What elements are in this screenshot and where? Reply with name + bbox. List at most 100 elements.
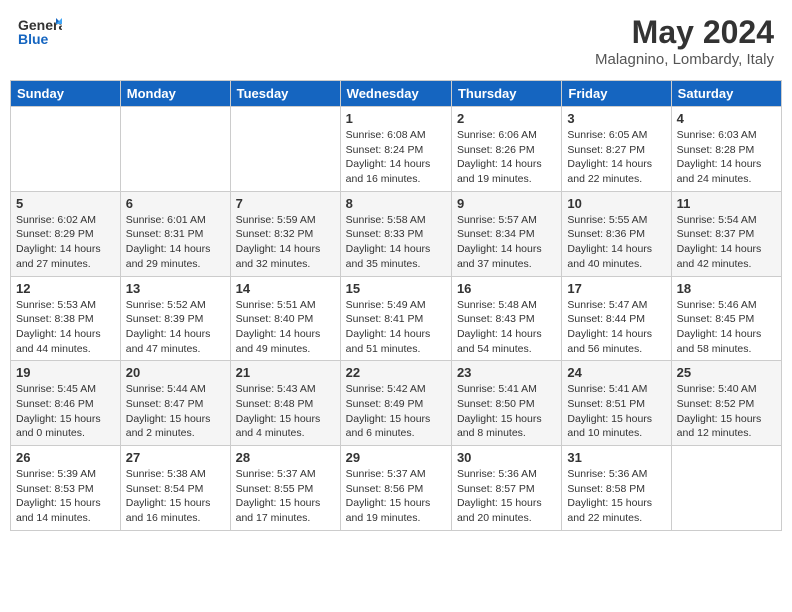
day-info: Sunrise: 6:02 AM Sunset: 8:29 PM Dayligh… <box>16 213 115 272</box>
calendar-day-cell: 10 Sunrise: 5:55 AM Sunset: 8:36 PM Dayli… <box>562 191 671 276</box>
day-number: 4 <box>677 111 776 126</box>
day-number: 23 <box>457 365 556 380</box>
day-info: Sunrise: 5:49 AM Sunset: 8:41 PM Dayligh… <box>346 298 446 357</box>
day-number: 2 <box>457 111 556 126</box>
day-number: 25 <box>677 365 776 380</box>
day-info: Sunrise: 5:58 AM Sunset: 8:33 PM Dayligh… <box>346 213 446 272</box>
day-info: Sunrise: 5:46 AM Sunset: 8:45 PM Dayligh… <box>677 298 776 357</box>
calendar-day-cell: 29Sunrise: 5:37 AM Sunset: 8:56 PM Dayli… <box>340 446 451 531</box>
page-header: General Blue May 2024 Malagnino, Lombard… <box>10 10 782 72</box>
calendar-day-cell: 6 Sunrise: 6:01 AM Sunset: 8:31 PM Daylig… <box>120 191 230 276</box>
calendar-day-cell <box>230 107 340 192</box>
day-info: Sunrise: 6:05 AM Sunset: 8:27 PM Dayligh… <box>567 128 665 187</box>
day-number: 28 <box>236 450 335 465</box>
day-info: Sunrise: 5:36 AM Sunset: 8:57 PM Dayligh… <box>457 467 556 526</box>
day-info: Sunrise: 5:41 AM Sunset: 8:51 PM Dayligh… <box>567 382 665 441</box>
calendar-day-cell: 1 Sunrise: 6:08 AM Sunset: 8:24 PM Daylig… <box>340 107 451 192</box>
calendar-day-cell: 15 Sunrise: 5:49 AM Sunset: 8:41 PM Dayli… <box>340 276 451 361</box>
day-number: 17 <box>567 281 665 296</box>
weekday-header-cell: Saturday <box>671 81 781 107</box>
day-info: Sunrise: 5:48 AM Sunset: 8:43 PM Dayligh… <box>457 298 556 357</box>
calendar-day-cell: 22 Sunrise: 5:42 AM Sunset: 8:49 PM Dayli… <box>340 361 451 446</box>
day-number: 15 <box>346 281 446 296</box>
calendar-day-cell: 19 Sunrise: 5:45 AM Sunset: 8:46 PM Dayli… <box>11 361 121 446</box>
day-number: 13 <box>126 281 225 296</box>
calendar-day-cell: 12Sunrise: 5:53 AM Sunset: 8:38 PM Dayli… <box>11 276 121 361</box>
day-info: Sunrise: 5:37 AM Sunset: 8:55 PM Dayligh… <box>236 467 335 526</box>
day-info: Sunrise: 5:52 AM Sunset: 8:39 PM Dayligh… <box>126 298 225 357</box>
day-number: 9 <box>457 196 556 211</box>
calendar-day-cell: 17 Sunrise: 5:47 AM Sunset: 8:44 PM Dayli… <box>562 276 671 361</box>
calendar-day-cell: 2 Sunrise: 6:06 AM Sunset: 8:26 PM Daylig… <box>451 107 561 192</box>
location-label: Malagnino, Lombardy, Italy <box>595 51 774 68</box>
day-number: 5 <box>16 196 115 211</box>
calendar-day-cell <box>11 107 121 192</box>
day-info: Sunrise: 5:39 AM Sunset: 8:53 PM Dayligh… <box>16 467 115 526</box>
day-number: 6 <box>126 196 225 211</box>
weekday-header-cell: Wednesday <box>340 81 451 107</box>
day-info: Sunrise: 5:45 AM Sunset: 8:46 PM Dayligh… <box>16 382 115 441</box>
day-number: 1 <box>346 111 446 126</box>
day-info: Sunrise: 5:44 AM Sunset: 8:47 PM Dayligh… <box>126 382 225 441</box>
logo: General Blue <box>18 14 62 50</box>
weekday-header-cell: Monday <box>120 81 230 107</box>
day-number: 8 <box>346 196 446 211</box>
day-number: 7 <box>236 196 335 211</box>
day-number: 16 <box>457 281 556 296</box>
day-info: Sunrise: 5:47 AM Sunset: 8:44 PM Dayligh… <box>567 298 665 357</box>
day-info: Sunrise: 5:41 AM Sunset: 8:50 PM Dayligh… <box>457 382 556 441</box>
calendar-day-cell: 9Sunrise: 5:57 AM Sunset: 8:34 PM Daylig… <box>451 191 561 276</box>
day-number: 19 <box>16 365 115 380</box>
calendar-day-cell: 27Sunrise: 5:38 AM Sunset: 8:54 PM Dayli… <box>120 446 230 531</box>
day-number: 14 <box>236 281 335 296</box>
day-info: Sunrise: 5:54 AM Sunset: 8:37 PM Dayligh… <box>677 213 776 272</box>
calendar-day-cell: 14Sunrise: 5:51 AM Sunset: 8:40 PM Dayli… <box>230 276 340 361</box>
calendar-day-cell: 5 Sunrise: 6:02 AM Sunset: 8:29 PM Daylig… <box>11 191 121 276</box>
day-number: 10 <box>567 196 665 211</box>
calendar-day-cell <box>671 446 781 531</box>
day-info: Sunrise: 5:36 AM Sunset: 8:58 PM Dayligh… <box>567 467 665 526</box>
calendar-week-row: 12Sunrise: 5:53 AM Sunset: 8:38 PM Dayli… <box>11 276 782 361</box>
day-number: 30 <box>457 450 556 465</box>
day-info: Sunrise: 6:08 AM Sunset: 8:24 PM Dayligh… <box>346 128 446 187</box>
weekday-header-cell: Thursday <box>451 81 561 107</box>
calendar-week-row: 1 Sunrise: 6:08 AM Sunset: 8:24 PM Daylig… <box>11 107 782 192</box>
calendar-table: SundayMondayTuesdayWednesdayThursdayFrid… <box>10 80 782 531</box>
day-info: Sunrise: 5:37 AM Sunset: 8:56 PM Dayligh… <box>346 467 446 526</box>
day-info: Sunrise: 5:55 AM Sunset: 8:36 PM Dayligh… <box>567 213 665 272</box>
calendar-body: 1 Sunrise: 6:08 AM Sunset: 8:24 PM Daylig… <box>11 107 782 531</box>
day-number: 11 <box>677 196 776 211</box>
calendar-day-cell: 7 Sunrise: 5:59 AM Sunset: 8:32 PM Daylig… <box>230 191 340 276</box>
logo-icon: General Blue <box>18 14 62 50</box>
day-info: Sunrise: 5:38 AM Sunset: 8:54 PM Dayligh… <box>126 467 225 526</box>
day-info: Sunrise: 6:01 AM Sunset: 8:31 PM Dayligh… <box>126 213 225 272</box>
calendar-day-cell: 21Sunrise: 5:43 AM Sunset: 8:48 PM Dayli… <box>230 361 340 446</box>
weekday-header-cell: Sunday <box>11 81 121 107</box>
day-number: 18 <box>677 281 776 296</box>
weekday-header-cell: Friday <box>562 81 671 107</box>
day-info: Sunrise: 5:53 AM Sunset: 8:38 PM Dayligh… <box>16 298 115 357</box>
month-title: May 2024 <box>595 14 774 51</box>
day-info: Sunrise: 6:03 AM Sunset: 8:28 PM Dayligh… <box>677 128 776 187</box>
day-info: Sunrise: 5:42 AM Sunset: 8:49 PM Dayligh… <box>346 382 446 441</box>
calendar-week-row: 26 Sunrise: 5:39 AM Sunset: 8:53 PM Dayli… <box>11 446 782 531</box>
day-number: 24 <box>567 365 665 380</box>
calendar-day-cell: 8 Sunrise: 5:58 AM Sunset: 8:33 PM Daylig… <box>340 191 451 276</box>
calendar-day-cell: 30 Sunrise: 5:36 AM Sunset: 8:57 PM Dayli… <box>451 446 561 531</box>
calendar-day-cell: 18 Sunrise: 5:46 AM Sunset: 8:45 PM Dayli… <box>671 276 781 361</box>
weekday-header-row: SundayMondayTuesdayWednesdayThursdayFrid… <box>11 81 782 107</box>
day-info: Sunrise: 5:43 AM Sunset: 8:48 PM Dayligh… <box>236 382 335 441</box>
calendar-day-cell: 28 Sunrise: 5:37 AM Sunset: 8:55 PM Dayli… <box>230 446 340 531</box>
day-info: Sunrise: 5:59 AM Sunset: 8:32 PM Dayligh… <box>236 213 335 272</box>
calendar-day-cell <box>120 107 230 192</box>
calendar-week-row: 19 Sunrise: 5:45 AM Sunset: 8:46 PM Dayli… <box>11 361 782 446</box>
calendar-week-row: 5 Sunrise: 6:02 AM Sunset: 8:29 PM Daylig… <box>11 191 782 276</box>
day-number: 3 <box>567 111 665 126</box>
day-number: 22 <box>346 365 446 380</box>
calendar-day-cell: 25Sunrise: 5:40 AM Sunset: 8:52 PM Dayli… <box>671 361 781 446</box>
day-info: Sunrise: 6:06 AM Sunset: 8:26 PM Dayligh… <box>457 128 556 187</box>
day-number: 26 <box>16 450 115 465</box>
svg-text:Blue: Blue <box>18 31 49 47</box>
title-block: May 2024 Malagnino, Lombardy, Italy <box>595 14 774 68</box>
calendar-day-cell: 4 Sunrise: 6:03 AM Sunset: 8:28 PM Daylig… <box>671 107 781 192</box>
